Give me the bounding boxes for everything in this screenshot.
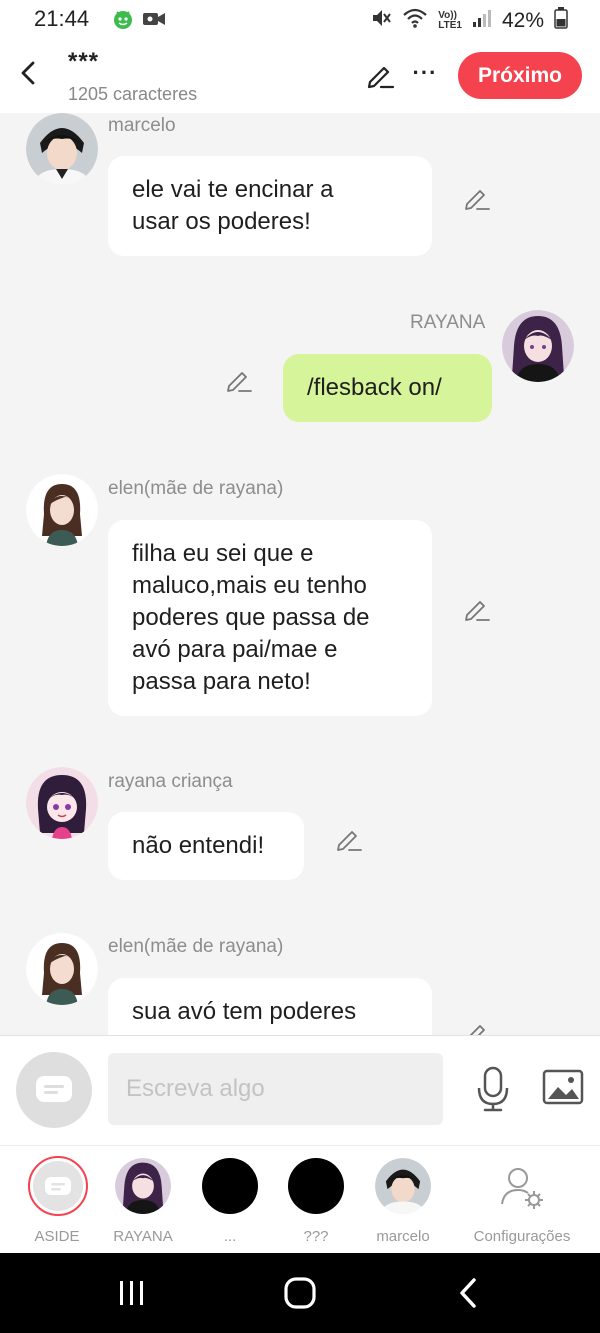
image-button[interactable] [542,1069,584,1107]
character-tab-bar: ASIDE RAYANA ... ??? marcelo Configuraçõ… [0,1145,600,1253]
edit-message-button[interactable] [463,595,491,623]
aside-button[interactable] [16,1052,92,1128]
volte-label-bottom: LTE1 [438,19,462,31]
edit-title-button[interactable] [365,60,395,90]
message-bubble[interactable]: sua avó tem poderes [108,978,432,1035]
message-list[interactable]: marcelo ele vai te encinar a usar os pod… [0,113,600,1035]
avatar [115,1158,171,1214]
battery-icon [554,7,568,34]
next-button[interactable]: Próximo [458,52,582,99]
tab-label: Configurações [473,1228,571,1245]
editor-header: *** 1205 caracteres ··· Próximo [0,40,600,113]
settings-user-icon [494,1158,550,1214]
tab-label: marcelo [376,1228,430,1245]
tab-label: ASIDE [34,1228,80,1245]
video-camera-icon [142,9,166,34]
pencil-icon [469,1025,485,1035]
back-button[interactable] [14,58,42,88]
muted-icon [370,7,392,34]
character-count: 1205 caracteres [68,84,198,104]
pencil-icon [367,66,395,89]
back-nav-button[interactable] [452,1275,484,1311]
pencil-icon [227,372,252,392]
sender-name: RAYANA [410,312,486,333]
image-icon [542,1069,584,1105]
chevron-left-icon [21,61,35,85]
home-button[interactable] [282,1275,318,1311]
avatar-rayana-icon [502,310,574,382]
avatar-elen-icon [26,933,98,1005]
signal-icon [472,8,492,33]
avatar[interactable] [26,767,98,839]
volte-label-top: Vo)) [438,9,457,21]
tab-label: ??? [303,1228,329,1245]
sender-name: marcelo [108,115,176,136]
more-options-button[interactable]: ··· [410,58,440,88]
avatar-rayana-crianca-icon [26,767,98,839]
message-input[interactable] [108,1053,443,1125]
edit-message-button[interactable] [335,825,363,853]
avatar[interactable] [26,933,98,1005]
tab-rayana[interactable]: RAYANA [98,1154,188,1246]
message-bubble[interactable]: ele vai te encinar a usar os poderes! [108,156,432,256]
back-arrow-icon [460,1278,476,1308]
tab-settings[interactable]: Configurações [466,1154,578,1246]
pencil-icon [337,831,362,851]
avatar[interactable] [502,310,574,382]
app-screen: 21:44 Vo)) LTE1 42% *** 1205 caracteres … [0,0,600,1333]
recent-apps-button[interactable] [112,1277,152,1309]
pencil-icon [465,601,490,621]
avatar[interactable] [26,474,98,546]
edit-message-button[interactable] [463,184,491,212]
tab-question[interactable]: ??? [271,1154,361,1246]
avatar [202,1158,258,1214]
avatar [375,1158,431,1214]
pencil-icon [465,190,490,210]
avatar-rayana-icon [115,1158,171,1214]
sender-name: elen(mãe de rayana) [108,478,284,499]
story-title[interactable]: *** [68,48,99,76]
aside-tab-icon [28,1156,88,1216]
avatar[interactable] [26,113,98,185]
android-face-icon [112,8,134,35]
tab-marcelo[interactable]: marcelo [358,1154,448,1246]
avatar-marcelo-icon [26,113,98,185]
avatar-marcelo-icon [375,1158,431,1214]
aside-speech-icon [36,1076,72,1102]
avatar [288,1158,344,1214]
sender-name: rayana criança [108,771,233,792]
tab-ellipsis[interactable]: ... [185,1154,275,1246]
message-bubble[interactable]: não entendi! [108,812,304,880]
battery-percent: 42% [501,8,544,32]
edit-message-button[interactable] [225,366,253,394]
sender-name: elen(mãe de rayana) [108,936,284,957]
status-time: 21:44 [34,6,90,31]
microphone-button[interactable] [475,1066,511,1112]
message-composer [0,1035,600,1145]
edit-message-button[interactable] [463,1019,491,1035]
avatar-elen-icon [26,474,98,546]
status-right-icons: Vo)) LTE1 42% [370,7,568,34]
volte-icon: Vo)) LTE1 [438,9,462,31]
message-bubble[interactable]: /flesback on/ [283,354,492,422]
tab-label: ... [223,1228,237,1245]
microphone-icon [477,1066,509,1112]
tab-aside[interactable]: ASIDE [12,1154,102,1246]
recent-apps-icon [120,1281,143,1305]
home-icon [284,1277,316,1309]
system-navigation-bar [0,1253,600,1333]
message-bubble[interactable]: filha eu sei que e maluco,mais eu tenho … [108,520,432,716]
status-left-icons [112,8,166,35]
wifi-icon [402,7,428,34]
tab-label: RAYANA [113,1228,173,1245]
status-bar: 21:44 Vo)) LTE1 42% [0,0,600,40]
